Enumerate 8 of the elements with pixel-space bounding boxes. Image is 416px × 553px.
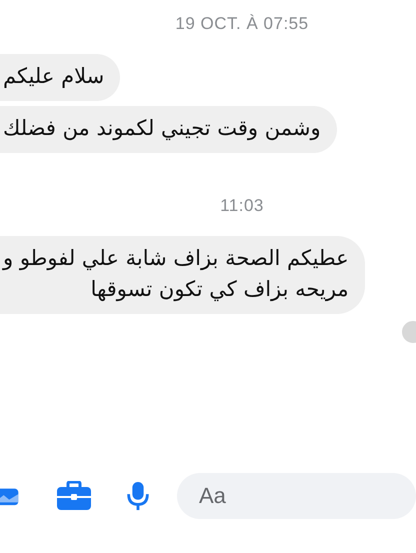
message-timestamp: 19 OCT. À 07:55 — [175, 14, 309, 34]
message-bubble: وشمن وقت تجيني لكموند من فضلك — [0, 106, 337, 153]
message-timestamp: 11:03 — [220, 196, 264, 216]
message-bubble: عطيكم الصحة بزاف شابة علي لفوطو و مريحه بزاف كي تكون تسوقها — [0, 236, 365, 314]
message-bubble: سلام عليكم — [0, 54, 120, 101]
message-input[interactable]: Aa — [177, 473, 416, 519]
briefcase-icon[interactable] — [55, 481, 93, 511]
microphone-icon[interactable] — [125, 481, 151, 511]
